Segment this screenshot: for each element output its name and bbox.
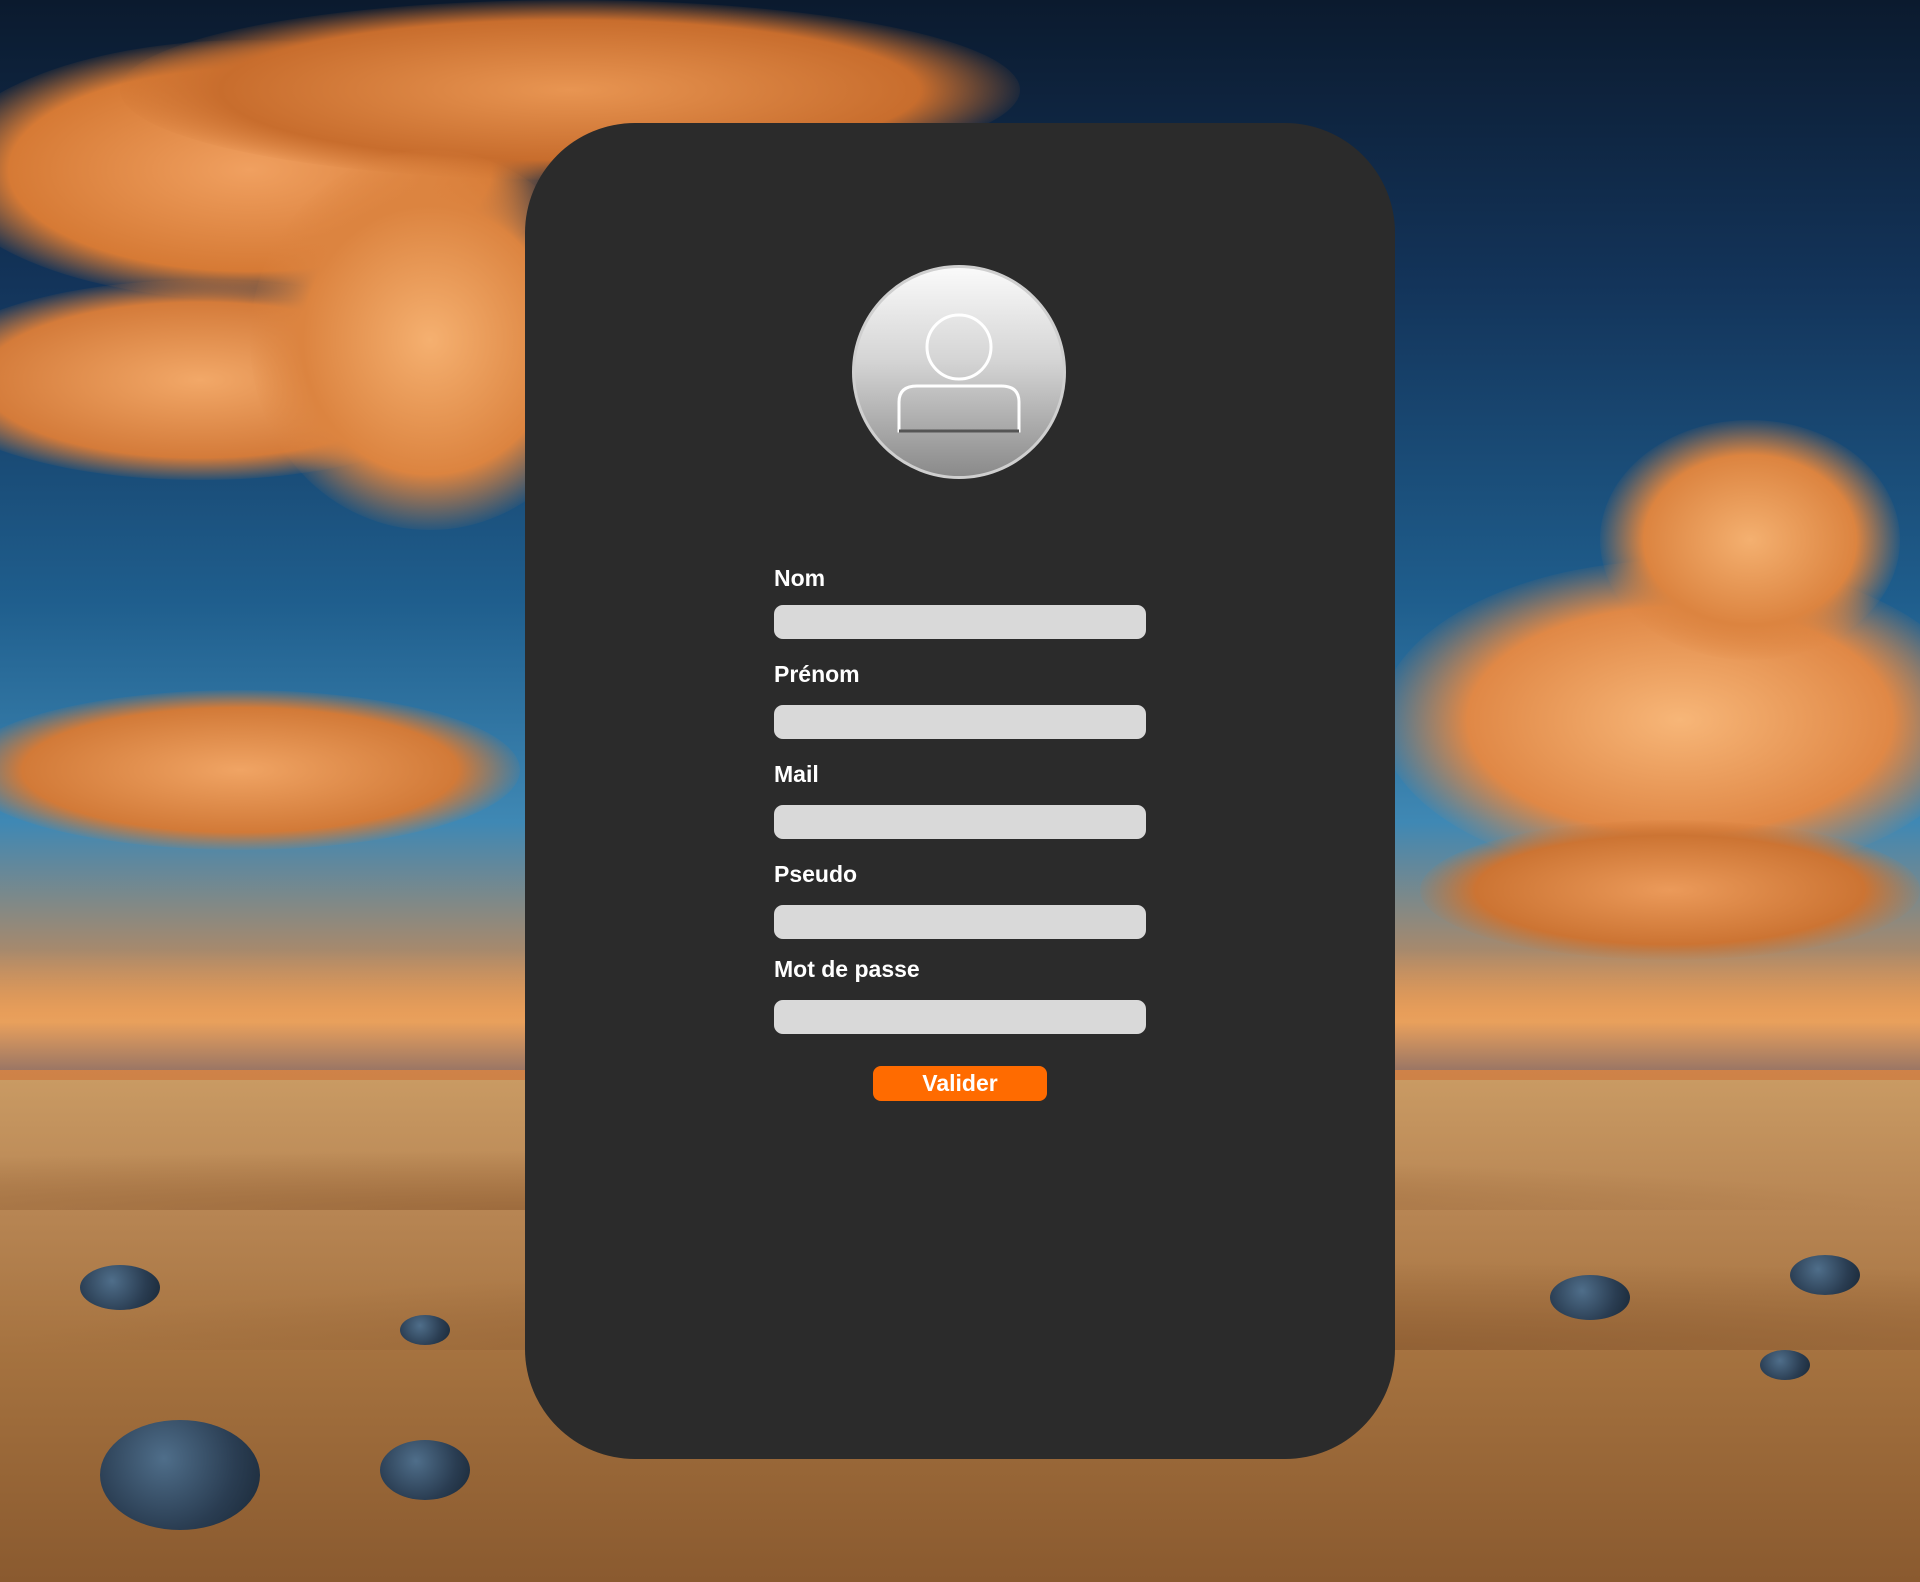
submit-button[interactable]: Valider [873,1066,1047,1101]
bush [1760,1350,1810,1380]
signup-card: Nom Prénom Mail Pseudo Mot de passe Vali… [525,123,1395,1459]
field-group-prenom: Prénom [774,659,1146,739]
bush [1550,1275,1630,1320]
mail-input[interactable] [774,805,1146,839]
password-label: Mot de passe [774,956,920,982]
background-landscape: Nom Prénom Mail Pseudo Mot de passe Vali… [0,0,1920,1582]
mail-label: Mail [774,761,819,787]
user-silhouette-icon [897,313,1021,433]
bush [100,1420,260,1530]
bush [380,1440,470,1500]
bush [400,1315,450,1345]
field-group-pseudo: Pseudo [774,859,1146,939]
prenom-label: Prénom [774,661,860,687]
field-group-nom: Nom [774,563,1146,639]
pseudo-input[interactable] [774,905,1146,939]
user-avatar-icon[interactable] [852,265,1066,479]
cloud [1420,820,1920,960]
bush [1790,1255,1860,1295]
pseudo-label: Pseudo [774,861,858,887]
nom-input[interactable] [774,605,1146,639]
password-input[interactable] [774,1000,1146,1034]
cloud [0,690,520,850]
signup-form: Nom Prénom Mail Pseudo Mot de passe Vali… [774,563,1146,1101]
bush [80,1265,160,1310]
nom-label: Nom [774,565,826,591]
field-group-password: Mot de passe [774,954,1146,1034]
prenom-input[interactable] [774,705,1146,739]
cloud [1600,420,1900,660]
field-group-mail: Mail [774,759,1146,839]
